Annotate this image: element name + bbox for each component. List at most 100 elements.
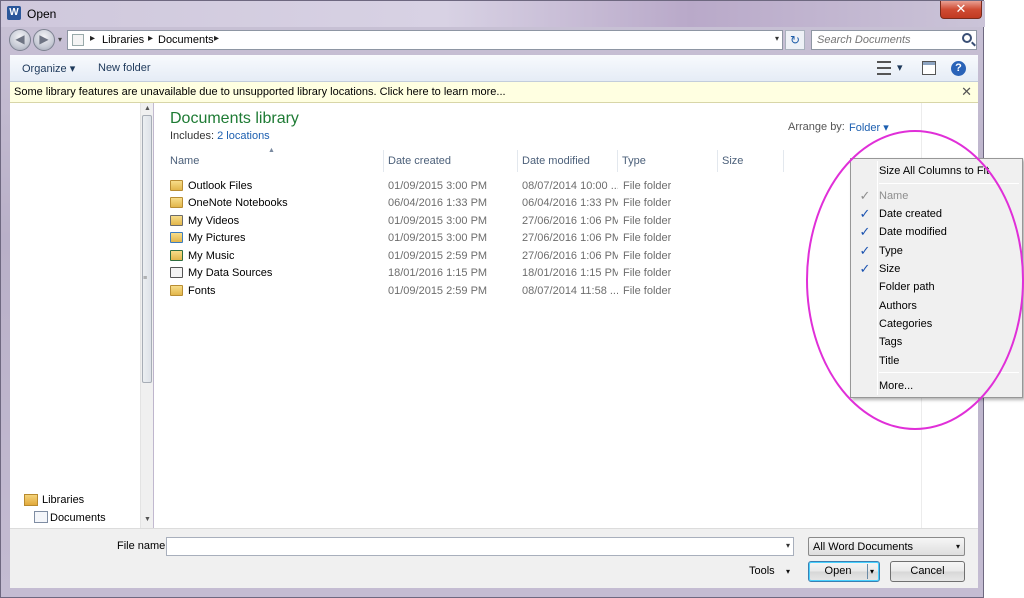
checkmark-icon: ✓ [859,206,871,221]
file-name[interactable]: My Data Sources [188,267,272,279]
file-type-filter[interactable]: All Word Documents ▾ [808,537,965,556]
file-name-combo[interactable]: ▾ [166,537,794,556]
column-header-date-created[interactable]: Date created [384,150,518,172]
documents-icon [34,511,48,523]
arrange-by-dropdown[interactable]: Folder ▾ [849,121,889,134]
nav-item-documents[interactable]: Documents [50,512,106,524]
menu-item-title[interactable]: Title [853,352,1022,370]
videos-folder-icon [170,215,183,226]
menu-item-name: ✓ Name [853,187,1022,205]
nav-item-libraries[interactable]: Libraries [42,494,84,506]
file-date-created: 01/09/2015 2:59 PM [388,285,488,297]
window-title: Open [27,7,57,21]
file-name[interactable]: OneNote Notebooks [188,197,288,209]
menu-item-label: Authors [879,300,917,312]
preview-pane-icon[interactable] [922,61,936,75]
file-row[interactable]: Outlook Files 01/09/2015 3:00 PM 08/07/2… [170,178,790,195]
menu-item-size-all-columns[interactable]: Size All Columns to Fit [853,162,1022,180]
open-options-dropdown-icon[interactable]: ▾ [870,562,874,581]
file-date-created: 01/09/2015 3:00 PM [388,232,488,244]
info-bar[interactable]: Some library features are unavailable du… [10,82,978,103]
address-history-dropdown-icon[interactable]: ▾ [775,34,779,43]
search-icon[interactable] [962,33,972,43]
file-row[interactable]: My Music 01/09/2015 2:59 PM 27/06/2016 1… [170,248,790,265]
file-name[interactable]: Outlook Files [188,180,252,192]
column-header-date-modified[interactable]: Date modified [518,150,618,172]
change-view-icon[interactable] [877,61,891,75]
checkmark-icon: ✓ [859,188,871,203]
checkmark-icon: ✓ [859,243,871,258]
file-name[interactable]: My Music [188,250,234,262]
column-header-type[interactable]: Type [618,150,718,172]
recent-pages-dropdown[interactable]: ▾ [58,35,62,44]
file-name-dropdown-icon[interactable]: ▾ [786,541,790,550]
menu-item-label: More... [879,380,914,392]
info-bar-message[interactable]: Some library features are unavailable du… [14,86,506,98]
close-button[interactable]: ✕ [940,1,982,19]
locations-link[interactable]: 2 locations [217,130,270,142]
open-button[interactable]: Open ▾ [808,561,880,582]
column-header-name[interactable]: Name [166,150,384,172]
search-input[interactable] [812,31,952,49]
file-row[interactable]: OneNote Notebooks 06/04/2016 1:33 PM 06/… [170,195,790,212]
open-dialog: W Open ✕ ◀ ▶ ▾ ▸ Libraries ▸ Documents ▸… [0,0,985,598]
search-box[interactable] [811,30,977,50]
address-bar[interactable]: ▸ Libraries ▸ Documents ▸ ▾ [67,30,783,50]
folder-icon [170,180,183,191]
menu-item-label: Folder path [879,281,935,293]
help-icon[interactable]: ? [951,61,966,76]
file-name-input[interactable] [167,538,777,555]
folder-icon [170,197,183,208]
new-folder-button[interactable]: New folder [98,62,151,74]
open-button-label: Open [824,565,852,577]
info-bar-close-icon[interactable]: ✕ [961,84,972,100]
refresh-button[interactable]: ↻ [785,30,805,50]
file-row[interactable]: My Pictures 01/09/2015 3:00 PM 27/06/201… [170,230,790,247]
tools-dropdown-icon[interactable]: ▾ [786,567,790,576]
file-row[interactable]: My Videos 01/09/2015 3:00 PM 27/06/2016 … [170,213,790,230]
library-title: Documents library [170,110,299,127]
breadcrumb-documents[interactable]: Documents [158,34,214,46]
breadcrumb-separator-icon[interactable]: ▸ [214,33,219,44]
file-date-modified: 06/04/2016 1:33 PM [522,197,618,209]
menu-item-date-created[interactable]: ✓ Date created [853,205,1022,223]
column-chooser-context-menu: Size All Columns to Fit ✓ Name ✓ Date cr… [850,158,1023,398]
file-name[interactable]: Fonts [188,285,216,297]
forward-button[interactable]: ▶ [33,29,55,51]
menu-separator [879,183,1019,184]
menu-item-size[interactable]: ✓ Size [853,260,1022,278]
tools-button[interactable]: Tools [749,565,775,577]
breadcrumb-separator-icon[interactable]: ▸ [90,33,95,44]
file-type: File folder [623,285,672,297]
file-name[interactable]: My Pictures [188,232,245,244]
filter-dropdown-icon[interactable]: ▾ [956,542,960,551]
menu-item-folder-path[interactable]: Folder path [853,278,1022,296]
back-button[interactable]: ◀ [9,29,31,51]
menu-item-label: Name [879,190,909,202]
music-folder-icon [170,250,183,261]
navigation-scrollbar[interactable]: ▲ ≡ ▼ [140,103,153,528]
column-header-size[interactable]: Size [718,150,784,172]
menu-item-tags[interactable]: Tags [853,333,1022,351]
file-row[interactable]: My Data Sources 18/01/2016 1:15 PM 18/01… [170,265,790,282]
view-options-dropdown[interactable]: ▾ [897,61,903,74]
breadcrumb-separator-icon[interactable]: ▸ [148,33,153,44]
file-date-modified: 27/06/2016 1:06 PM [522,250,618,262]
scroll-down-icon[interactable]: ▼ [144,516,151,523]
menu-item-more[interactable]: More... [853,377,1022,395]
menu-item-type[interactable]: ✓ Type [853,242,1022,260]
menu-item-categories[interactable]: Categories [853,315,1022,333]
file-type: File folder [623,215,672,227]
menu-item-label: Categories [879,318,933,330]
file-name[interactable]: My Videos [188,215,239,227]
file-row[interactable]: Fonts 01/09/2015 2:59 PM 08/07/2014 11:5… [170,283,790,300]
cancel-button[interactable]: Cancel [890,561,965,582]
data-sources-folder-icon [170,267,183,278]
menu-item-date-modified[interactable]: ✓ Date modified [853,223,1022,241]
organize-button[interactable]: Organize ▾ [22,62,75,75]
file-type: File folder [623,232,672,244]
scrollbar-thumb[interactable] [142,115,152,383]
menu-item-authors[interactable]: Authors [853,297,1022,315]
breadcrumb-libraries[interactable]: Libraries [102,34,144,46]
scroll-up-icon[interactable]: ▲ [144,105,151,112]
